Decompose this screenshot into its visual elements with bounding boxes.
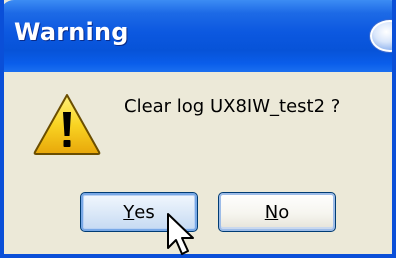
title-bar[interactable]: Warning xyxy=(4,0,392,72)
yes-button-label: es xyxy=(134,201,155,223)
mouse-pointer-icon xyxy=(167,213,194,255)
no-button-mnemonic: N xyxy=(264,201,279,223)
no-button[interactable]: No xyxy=(218,192,336,232)
dialog-title: Warning xyxy=(14,18,129,46)
dialog-message: Clear log UX8IW_test2 ? xyxy=(124,96,341,117)
yes-button-mnemonic: Y xyxy=(123,201,135,223)
close-icon[interactable] xyxy=(370,20,392,52)
warning-icon xyxy=(33,94,101,155)
no-button-label: o xyxy=(278,201,290,223)
